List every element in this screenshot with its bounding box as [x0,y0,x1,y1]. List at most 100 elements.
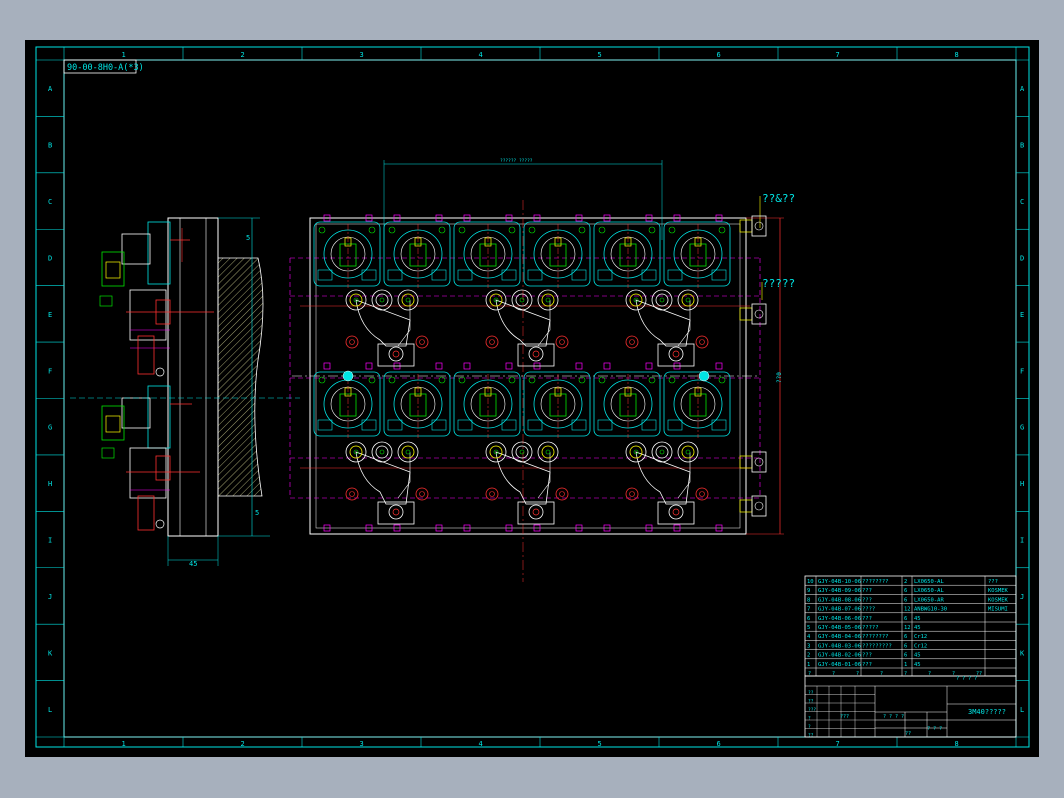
title-block-mark: ? [808,716,811,722]
bom-row: 5 GJY-04B-05-06????? 12 45 [807,625,921,631]
bom-name: ????????? [862,643,892,649]
column-label: 1 [122,740,126,748]
bom-name: ??? [862,597,872,603]
bom-no: 9 [807,588,810,594]
bom-note: KOSMEK [988,588,1009,594]
title-block-mark: ??? [808,707,816,713]
row-label: L [1020,706,1024,714]
right-callout-mid: ????? [762,277,795,290]
row-label: E [48,311,52,319]
bom-code: GJY-04B-06-06 [818,616,861,622]
column-label: 4 [479,740,483,748]
bom-code: GJY-04B-04-06 [818,634,861,640]
row-label: H [1020,480,1024,488]
bom-qty: 6 [904,597,907,603]
column-label: 3 [360,740,364,748]
title-block-text: ? ? ? ? [956,676,977,682]
bom-code: GJY-04B-05-06 [818,625,861,631]
row-label: B [48,142,52,150]
bom-material: ANBWG10-30 [914,607,947,613]
bom-no: 6 [807,616,810,622]
bom-material: Cr12 [914,634,927,640]
row-label: B [1020,142,1024,150]
row-label: E [1020,311,1024,319]
title-block-mark: ?? [808,690,814,696]
hatched-base-section [217,257,264,497]
column-label: 4 [479,51,483,59]
column-label: 1 [122,51,126,59]
bom-qty: 6 [904,588,907,594]
bom-no: 3 [807,643,810,649]
bom-qty: 6 [904,643,907,649]
bom-name: ??? [862,588,872,594]
bom-no: 2 [807,653,810,659]
row-label: G [48,424,52,432]
dim-text: 5 [255,509,259,517]
bom-material: LX0650-AL [914,588,944,594]
cad-drawing-canvas: 12345678 12345678 ABCDEFGHIJKL ABCDEFGHI… [25,40,1039,757]
row-label: I [48,537,52,545]
bom-row: 2 GJY-04B-02-06??? 6 45 [807,653,921,659]
bom-material: LX0650-AL [914,579,944,585]
bom-material: LX0650-AR [914,597,944,603]
bom-code: GJY-04B-03-06 [818,643,861,649]
row-label: C [48,198,52,206]
bom-no: 5 [807,625,810,631]
column-label: 5 [598,740,602,748]
title-block-text: ??? [840,714,849,720]
row-label: J [1020,593,1024,601]
column-label: 2 [241,51,245,59]
locating-pin [698,370,710,382]
row-label: G [1020,424,1024,432]
bom-name: ??? [862,662,872,668]
bom-note: MISUMI [988,607,1008,613]
column-label: 8 [955,51,959,59]
bom-material: Cr12 [914,643,927,649]
row-label: F [1020,367,1024,375]
bom-qty: 6 [904,616,907,622]
bom-no: 10 [807,579,814,585]
row-label: F [48,367,52,375]
bom-no: 7 [807,607,810,613]
column-label: 7 [836,740,840,748]
title-block-mark: ?? [808,699,814,705]
column-label: 6 [717,740,721,748]
title-block-mark: ? [808,724,811,730]
title-block-mark: ?? [808,733,814,739]
column-label: 3 [360,51,364,59]
bom-qty: 6 [904,653,907,659]
bom-qty: 6 [904,634,907,640]
column-label: 6 [717,51,721,59]
locating-pin [342,370,354,382]
title-block-text: ? ? ? [927,726,942,732]
dim-text: 5 [246,234,250,242]
bom-code: GJY-04B-01-06 [818,662,861,668]
bom-code: GJY-04B-02-06 [818,653,861,659]
row-label: L [48,706,52,714]
bom-qty: 12 [904,607,911,613]
drawing-title: 3M40????? [968,708,1006,716]
bom-note: ??? [988,579,998,585]
bom-code: GJY-04B-09-06 [818,588,861,594]
right-dimension-text: ??0 [776,372,783,383]
bom-name: ???? [862,607,875,613]
bom-name: ??? [862,653,872,659]
bom-qty: 12 [904,625,911,631]
bom-name: ???????? [862,579,889,585]
bom-material: 45 [914,662,921,668]
bom-row: 6 GJY-04B-06-06??? 6 45 [807,616,921,622]
bom-name: ??? [862,616,872,622]
bom-no: 8 [807,597,810,603]
dim-text: 45 [189,560,197,568]
row-label: D [1020,254,1024,262]
bom-material: 45 [914,653,921,659]
row-label: J [48,593,52,601]
bom-material: 45 [914,616,921,622]
row-label: I [1020,537,1024,545]
row-label: C [1020,198,1024,206]
bom-code: GJY-04B-07-06 [818,607,861,613]
bom-code: GJY-04B-08-06 [818,597,861,603]
bom-no: 1 [807,662,810,668]
bom-qty: 2 [904,579,907,585]
right-callout-top: ??&?? [762,192,795,205]
